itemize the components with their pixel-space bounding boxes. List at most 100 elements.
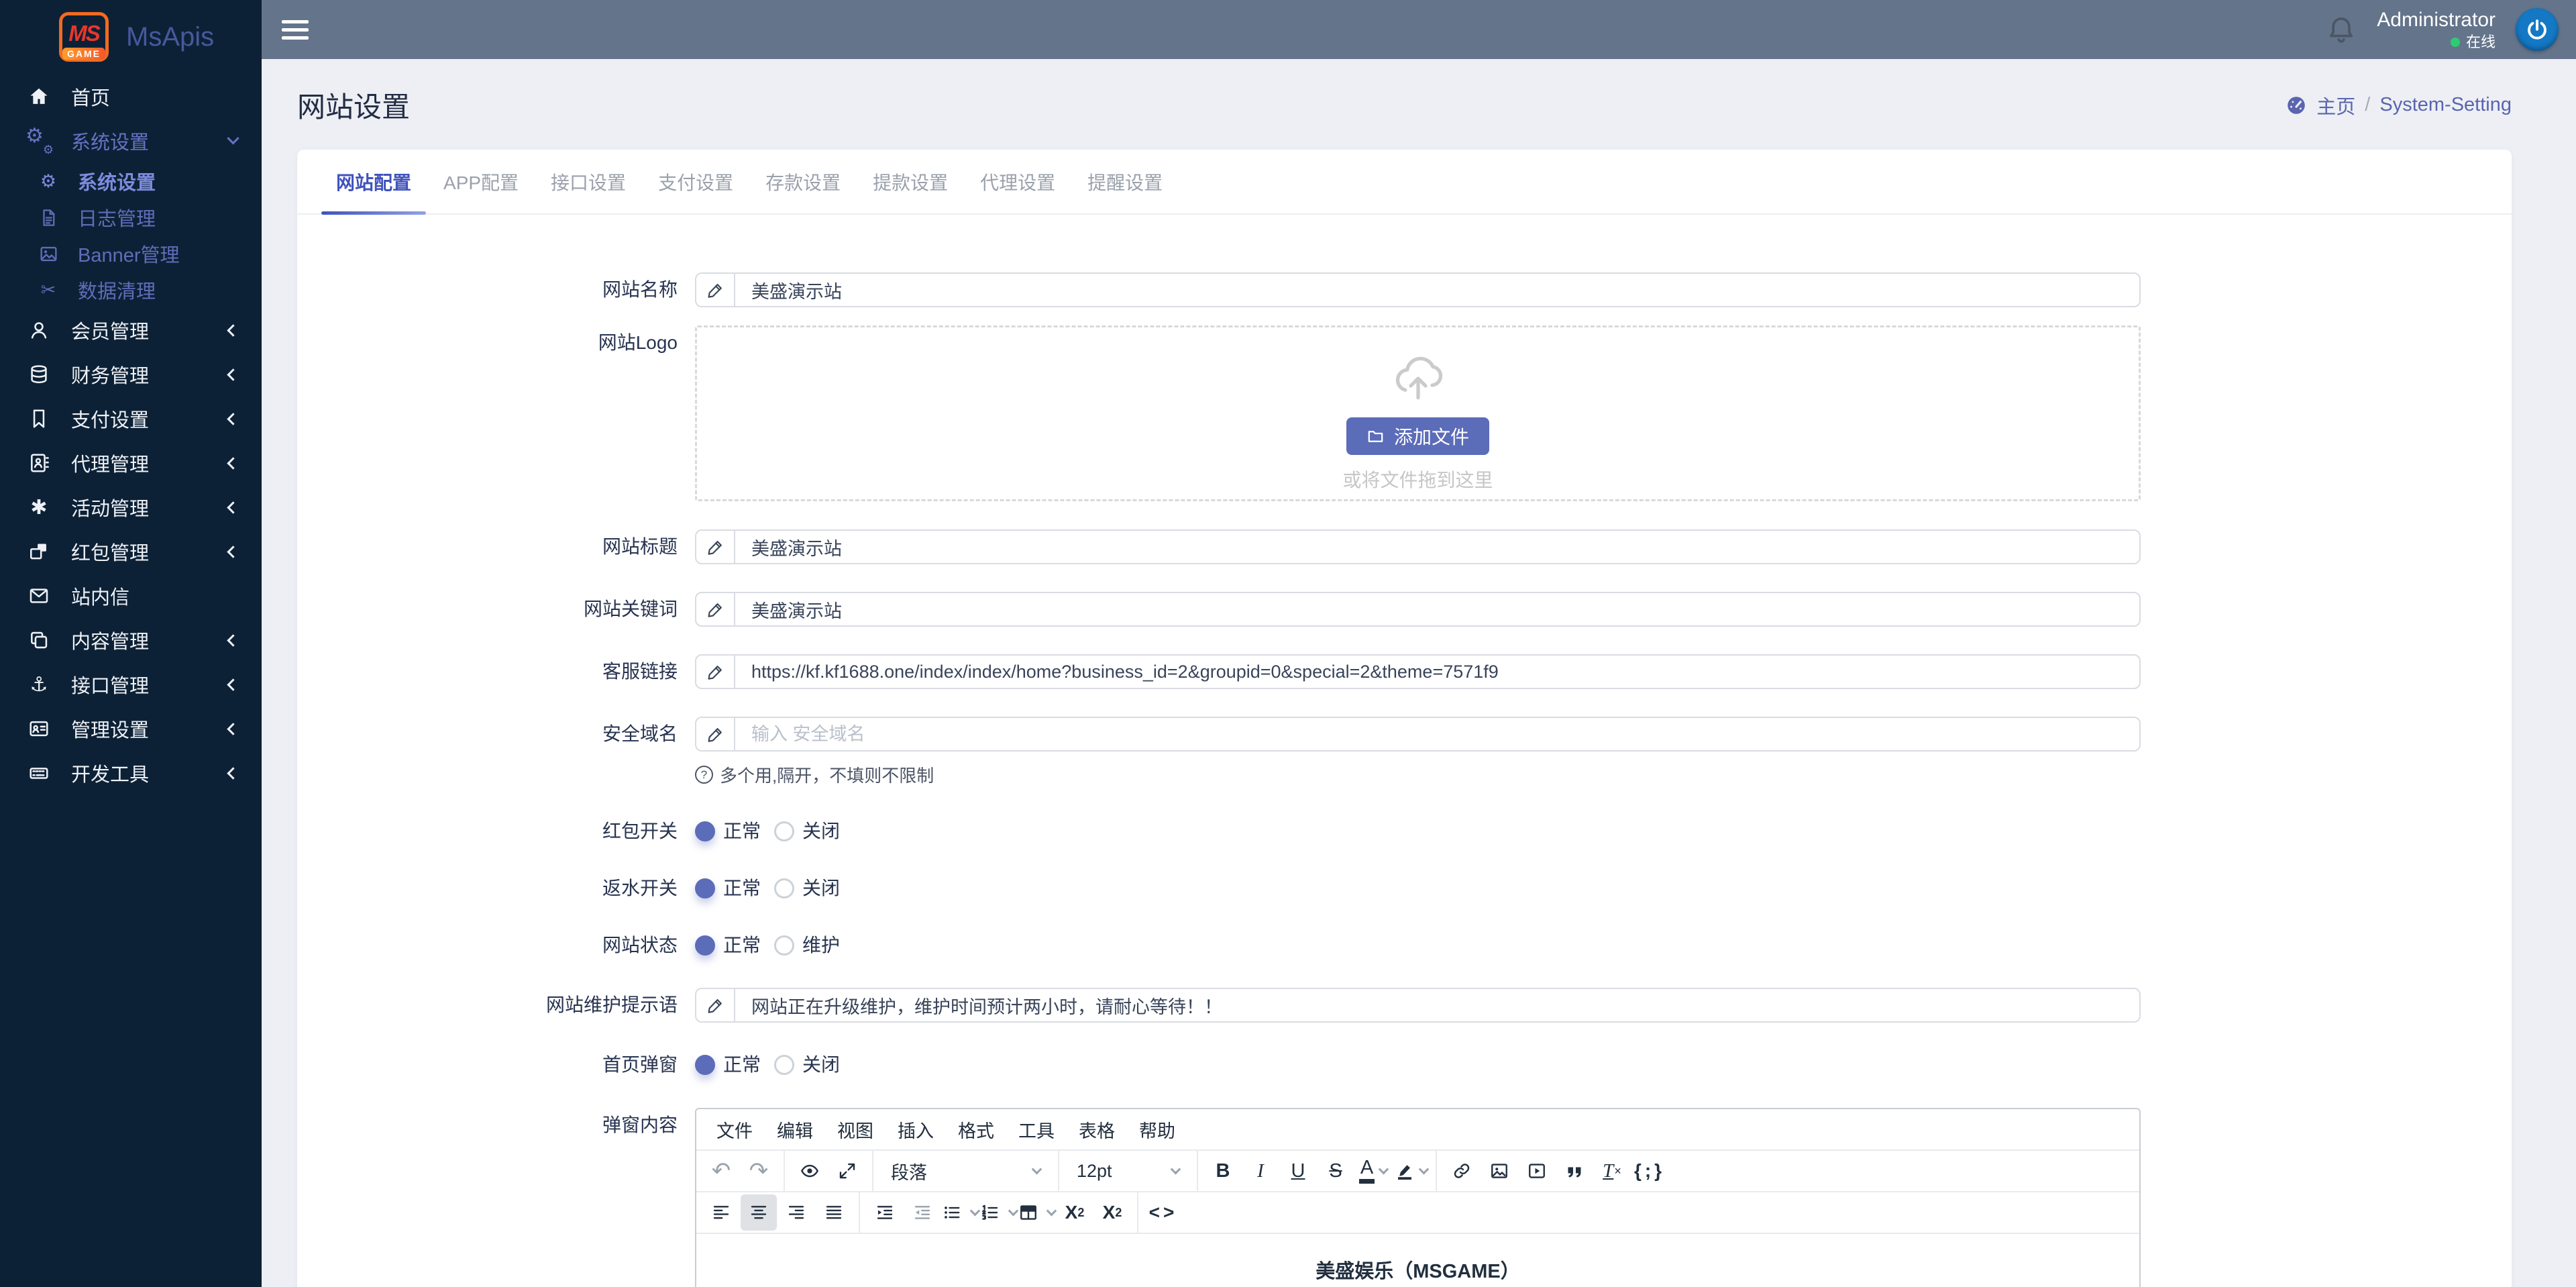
sidebar-subitem-data-cleanup[interactable]: ✂ 数据清理 <box>0 272 262 308</box>
copy-icon <box>24 629 54 651</box>
radio-unselected-icon[interactable] <box>774 935 794 956</box>
remove-format-button[interactable]: T× <box>1594 1153 1630 1189</box>
menu-file[interactable]: 文件 <box>704 1117 765 1143</box>
underline-button[interactable]: U <box>1280 1153 1316 1189</box>
radio-option-on[interactable]: 正常 <box>695 878 761 898</box>
tab-withdraw-settings[interactable]: 提款设置 <box>857 150 964 213</box>
tab-api-settings[interactable]: 接口设置 <box>535 150 642 213</box>
fullscreen-button[interactable] <box>829 1153 865 1189</box>
align-left-button[interactable] <box>703 1194 739 1231</box>
settings-card: 网站配置 APP配置 接口设置 支付设置 存款设置 提款设置 代理设置 提醒设置… <box>297 150 2512 1287</box>
sidebar-toggle-button[interactable] <box>282 15 309 44</box>
font-size-select[interactable]: 12pt <box>1066 1153 1190 1189</box>
sidebar-item-content[interactable]: 内容管理 <box>0 618 262 662</box>
preview-button[interactable] <box>792 1153 828 1189</box>
sidebar-item-members[interactable]: 会员管理 <box>0 308 262 352</box>
safe-domain-input[interactable] <box>735 718 2139 750</box>
sidebar-group-system-settings[interactable]: ⚙⚙ 系统设置 <box>0 119 262 163</box>
tab-payment-settings[interactable]: 支付设置 <box>642 150 749 213</box>
menu-help[interactable]: 帮助 <box>1127 1117 1187 1143</box>
radio-option-on[interactable]: 正常 <box>695 1055 761 1075</box>
superscript-button[interactable]: X2 <box>1094 1194 1130 1231</box>
radio-selected-icon[interactable] <box>695 935 715 956</box>
radio-selected-icon[interactable] <box>695 878 715 898</box>
radio-option-off[interactable]: 关闭 <box>774 878 840 898</box>
sidebar-item-activities[interactable]: ✱ 活动管理 <box>0 485 262 529</box>
insert-image-button[interactable] <box>1481 1153 1517 1189</box>
radio-option-off[interactable]: 关闭 <box>774 1055 840 1075</box>
table-button[interactable] <box>1018 1194 1055 1231</box>
brand-logo[interactable]: MS GAME MsApis <box>0 0 262 74</box>
subscript-button[interactable]: X2 <box>1057 1194 1093 1231</box>
link-icon <box>1452 1161 1472 1181</box>
sidebar-item-home[interactable]: 首页 <box>0 74 262 119</box>
service-link-input[interactable] <box>735 656 2139 688</box>
radio-selected-icon[interactable] <box>695 1055 715 1075</box>
tab-app-config[interactable]: APP配置 <box>427 150 535 213</box>
source-code-button[interactable]: <> <box>1145 1194 1181 1231</box>
sidebar-item-dev-tools[interactable]: 开发工具 <box>0 751 262 795</box>
tab-agent-settings[interactable]: 代理设置 <box>964 150 1071 213</box>
site-keywords-input[interactable] <box>735 593 2139 625</box>
menu-format[interactable]: 格式 <box>946 1117 1006 1143</box>
menu-view[interactable]: 视图 <box>825 1117 885 1143</box>
radio-unselected-icon[interactable] <box>774 1055 794 1075</box>
italic-button[interactable]: I <box>1242 1153 1279 1189</box>
radio-option-off[interactable]: 关闭 <box>774 821 840 841</box>
code-sample-button[interactable]: {;} <box>1631 1153 1668 1189</box>
tab-site-config[interactable]: 网站配置 <box>320 150 427 213</box>
add-file-button[interactable]: 添加文件 <box>1346 417 1489 455</box>
notifications-bell-icon[interactable] <box>2326 14 2357 45</box>
sidebar-subitem-system-settings[interactable]: ⚙ 系统设置 <box>0 163 262 199</box>
forecolor-button[interactable]: A <box>1355 1153 1391 1189</box>
maintain-message-input[interactable] <box>735 989 2139 1021</box>
logo-upload-dropzone[interactable]: 添加文件 或将文件拖到这里 <box>695 325 2141 501</box>
menu-table[interactable]: 表格 <box>1067 1117 1127 1143</box>
radio-selected-icon[interactable] <box>695 821 715 841</box>
strikethrough-button[interactable]: S <box>1318 1153 1354 1189</box>
editor-content-area[interactable]: 美盛娱乐（MSGAME） <box>696 1234 2139 1287</box>
backcolor-button[interactable] <box>1393 1153 1429 1189</box>
block-format-select[interactable]: 段落 <box>880 1153 1051 1189</box>
radio-option-maintenance[interactable]: 维护 <box>774 935 840 956</box>
bullet-list-button[interactable] <box>942 1194 979 1231</box>
breadcrumb-home-link[interactable]: 主页 <box>2316 91 2355 119</box>
sidebar-item-site-mail[interactable]: 站内信 <box>0 574 262 618</box>
sidebar-item-admin-settings[interactable]: 管理设置 <box>0 707 262 751</box>
align-right-button[interactable] <box>778 1194 814 1231</box>
link-button[interactable] <box>1444 1153 1480 1189</box>
menu-insert[interactable]: 插入 <box>885 1117 946 1143</box>
sidebar-subitem-log-management[interactable]: 日志管理 <box>0 199 262 236</box>
radio-option-on[interactable]: 正常 <box>695 821 761 841</box>
avatar[interactable] <box>2516 8 2559 51</box>
radio-unselected-icon[interactable] <box>774 878 794 898</box>
tab-deposit-settings[interactable]: 存款设置 <box>749 150 857 213</box>
blockquote-button[interactable] <box>1556 1153 1593 1189</box>
sidebar-item-api[interactable]: ⚓ 接口管理 <box>0 662 262 707</box>
tab-reminder-settings[interactable]: 提醒设置 <box>1071 150 1179 213</box>
field-site-keywords: 网站关键词 <box>297 592 2512 627</box>
menu-edit[interactable]: 编辑 <box>765 1117 825 1143</box>
undo-button[interactable]: ↶ <box>703 1153 739 1189</box>
image-icon <box>1489 1161 1509 1181</box>
radio-option-normal[interactable]: 正常 <box>695 935 761 956</box>
align-justify-button[interactable] <box>816 1194 852 1231</box>
align-center-button[interactable] <box>741 1194 777 1231</box>
sidebar-item-redpacket[interactable]: 红包管理 <box>0 529 262 574</box>
sidebar-item-finance[interactable]: 财务管理 <box>0 352 262 397</box>
radio-unselected-icon[interactable] <box>774 821 794 841</box>
sidebar-item-agents[interactable]: 代理管理 <box>0 441 262 485</box>
chevron-down-icon <box>1171 1164 1181 1174</box>
bold-button[interactable]: B <box>1205 1153 1241 1189</box>
numbered-list-button[interactable] <box>980 1194 1017 1231</box>
sidebar-item-payment-settings[interactable]: 支付设置 <box>0 397 262 441</box>
site-name-input[interactable] <box>735 274 2139 306</box>
sidebar-subitem-banner-management[interactable]: Banner管理 <box>0 236 262 272</box>
indent-button[interactable] <box>867 1194 903 1231</box>
site-title-input[interactable] <box>735 531 2139 563</box>
insert-media-button[interactable] <box>1519 1153 1555 1189</box>
redo-button[interactable]: ↷ <box>741 1153 777 1189</box>
outdent-button[interactable] <box>904 1194 941 1231</box>
menu-tools[interactable]: 工具 <box>1006 1117 1067 1143</box>
user-menu[interactable]: Administrator 在线 <box>2377 8 2496 51</box>
